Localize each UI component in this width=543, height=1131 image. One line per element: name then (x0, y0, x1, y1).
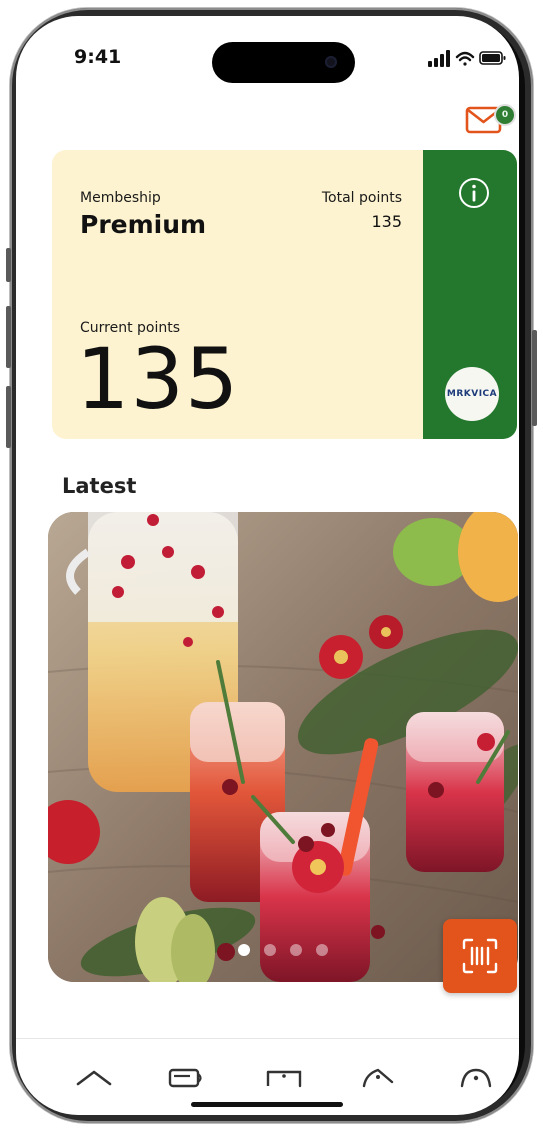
status-time: 9:41 (74, 46, 122, 68)
bottom-nav-divider (16, 1038, 519, 1039)
card-icon[interactable] (166, 1058, 206, 1088)
carousel-dot[interactable] (238, 944, 250, 956)
volume-up-button (6, 306, 11, 368)
drinks-photo (48, 512, 518, 982)
signal-icon (428, 50, 450, 67)
camera-icon (325, 56, 337, 68)
dynamic-island (212, 42, 355, 83)
home-indicator[interactable] (191, 1102, 343, 1107)
ticket-icon[interactable] (264, 1058, 304, 1088)
app-screen: 9:41 0 Membeship Premium Total points 13… (16, 16, 519, 1115)
barcode-scan-icon (462, 938, 498, 974)
latest-carousel[interactable] (48, 512, 518, 982)
carousel-dot[interactable] (316, 944, 328, 956)
membership-card[interactable]: Membeship Premium Total points 135 Curre… (52, 150, 517, 439)
membership-value: Premium (80, 210, 207, 239)
info-icon[interactable] (457, 176, 491, 210)
wifi-icon (455, 51, 475, 66)
battery-icon (479, 51, 506, 65)
total-points-value: 135 (371, 212, 402, 231)
volume-down-button (6, 386, 11, 448)
scan-button[interactable] (443, 919, 517, 993)
card-side-panel: MRKVICA (423, 150, 517, 439)
mute-switch (6, 248, 11, 282)
profile-icon[interactable] (456, 1058, 496, 1088)
home-icon[interactable] (74, 1058, 114, 1088)
carousel-dot[interactable] (290, 944, 302, 956)
section-title-latest: Latest (62, 474, 137, 498)
notification-badge: 0 (494, 104, 516, 126)
power-button (532, 330, 537, 426)
tag-icon[interactable] (358, 1058, 398, 1088)
carousel-dot[interactable] (264, 944, 276, 956)
brand-logo: MRKVICA (445, 367, 499, 421)
membership-label: Membeship (80, 190, 161, 206)
current-points-value: 135 (76, 330, 240, 428)
total-points-label: Total points (321, 190, 402, 206)
status-icons (428, 50, 506, 67)
